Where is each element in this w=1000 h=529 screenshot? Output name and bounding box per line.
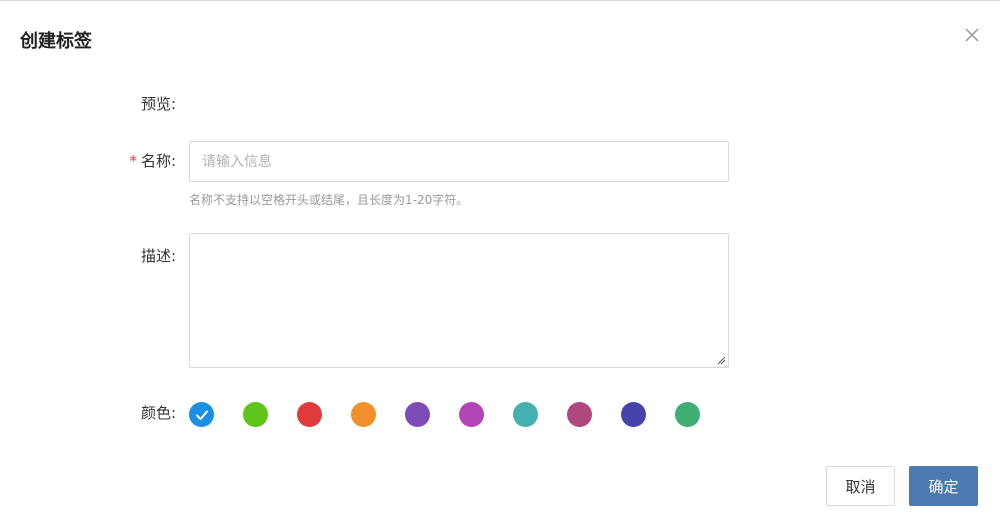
dialog-top-border xyxy=(0,0,1000,1)
name-label-row: * 名称: xyxy=(86,151,176,171)
color-swatch[interactable] xyxy=(567,402,592,427)
name-input[interactable] xyxy=(189,141,729,182)
close-icon[interactable] xyxy=(962,25,982,45)
description-textarea[interactable] xyxy=(189,233,729,368)
color-swatch[interactable] xyxy=(405,402,430,427)
dialog-title: 创建标签 xyxy=(20,31,92,52)
name-label: 名称: xyxy=(140,152,176,170)
color-swatch[interactable] xyxy=(351,402,376,427)
resize-handle-icon[interactable] xyxy=(716,355,726,365)
cancel-button[interactable]: 取消 xyxy=(826,466,895,506)
description-label: 描述: xyxy=(140,247,176,265)
color-swatch[interactable] xyxy=(297,402,322,427)
color-swatch[interactable] xyxy=(189,402,214,427)
color-swatch[interactable] xyxy=(459,402,484,427)
name-hint: 名称不支持以空格开头或结尾，且长度为1-20字符。 xyxy=(189,193,469,207)
color-swatch[interactable] xyxy=(675,402,700,427)
color-label: 颜色: xyxy=(140,404,176,422)
color-swatch[interactable] xyxy=(513,402,538,427)
color-swatch[interactable] xyxy=(621,402,646,427)
required-mark: * xyxy=(129,152,137,170)
close-button[interactable] xyxy=(962,25,982,45)
color-swatch[interactable] xyxy=(243,402,268,427)
preview-label: 预览: xyxy=(140,95,176,113)
confirm-button[interactable]: 确定 xyxy=(909,466,978,506)
check-icon xyxy=(195,410,208,420)
